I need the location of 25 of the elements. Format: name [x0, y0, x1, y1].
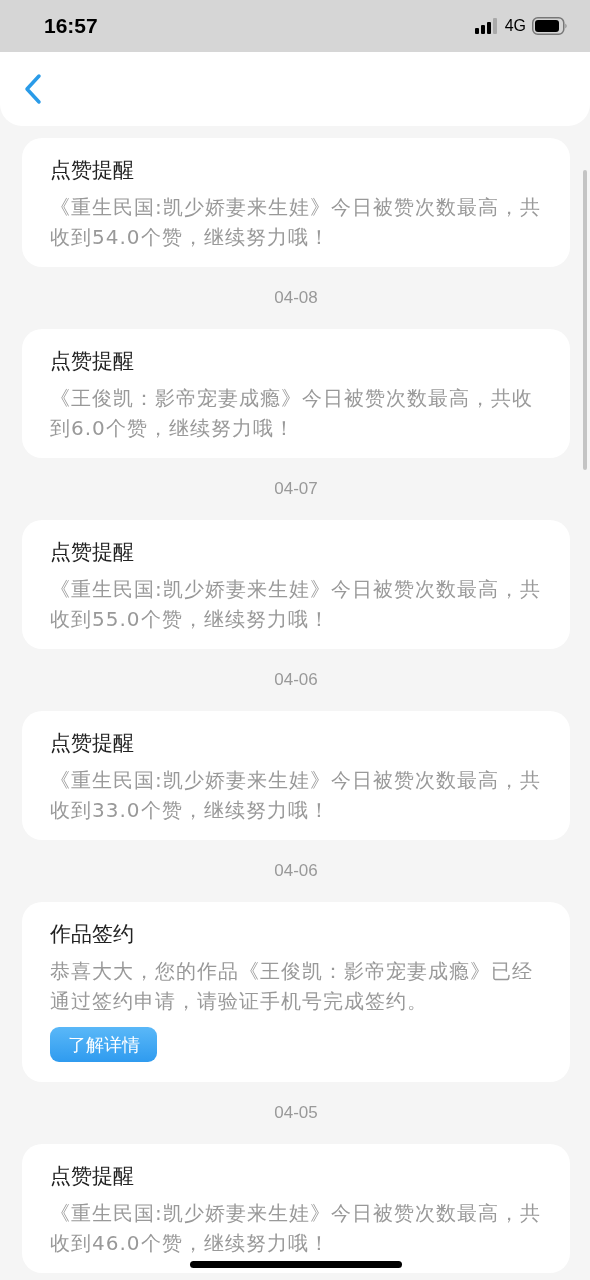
notification-text: 恭喜大大，您的作品《王俊凯：影帝宠妻成瘾》已经通过签约申请，请验证手机号完成签约。 — [50, 958, 534, 1015]
notification-title: 点赞提醒 — [50, 1163, 135, 1190]
details-button[interactable]: 了解详情 — [50, 1027, 157, 1062]
date-label: 04-05 — [274, 1103, 318, 1123]
battery-icon — [532, 17, 568, 35]
date-label: 04-08 — [274, 288, 318, 308]
back-icon[interactable] — [22, 73, 44, 105]
date-label: 04-06 — [274, 670, 318, 690]
notification-title: 点赞提醒 — [50, 348, 135, 375]
notification-title: 点赞提醒 — [50, 539, 135, 566]
notification-text: 《重生民国:凯少娇妻来生娃》今日被赞次数最高，共收到33.0个赞，继续努力哦！ — [50, 767, 542, 824]
scrollbar[interactable] — [583, 170, 587, 470]
notification-title: 点赞提醒 — [50, 157, 135, 184]
notification-text: 《重生民国:凯少娇妻来生娃》今日被赞次数最高，共收到55.0个赞，继续努力哦！ — [50, 576, 542, 633]
network-label: 4G — [504, 17, 526, 35]
signal-icon — [474, 18, 499, 34]
home-indicator[interactable] — [190, 1261, 402, 1268]
notification-text: 《重生民国:凯少娇妻来生娃》今日被赞次数最高，共收到46.0个赞，继续努力哦！ — [50, 1200, 542, 1257]
date-label: 04-06 — [274, 861, 318, 881]
notification-title: 点赞提醒 — [50, 730, 135, 757]
date-label: 04-07 — [274, 479, 318, 499]
notification-text: 《王俊凯：影帝宠妻成瘾》今日被赞次数最高，共收到6.0个赞，继续努力哦！ — [50, 385, 534, 442]
status-time: 16:57 — [44, 14, 98, 38]
notification-title: 作品签约 — [50, 921, 135, 948]
notification-text: 《重生民国:凯少娇妻来生娃》今日被赞次数最高，共收到54.0个赞，继续努力哦！ — [50, 194, 542, 251]
